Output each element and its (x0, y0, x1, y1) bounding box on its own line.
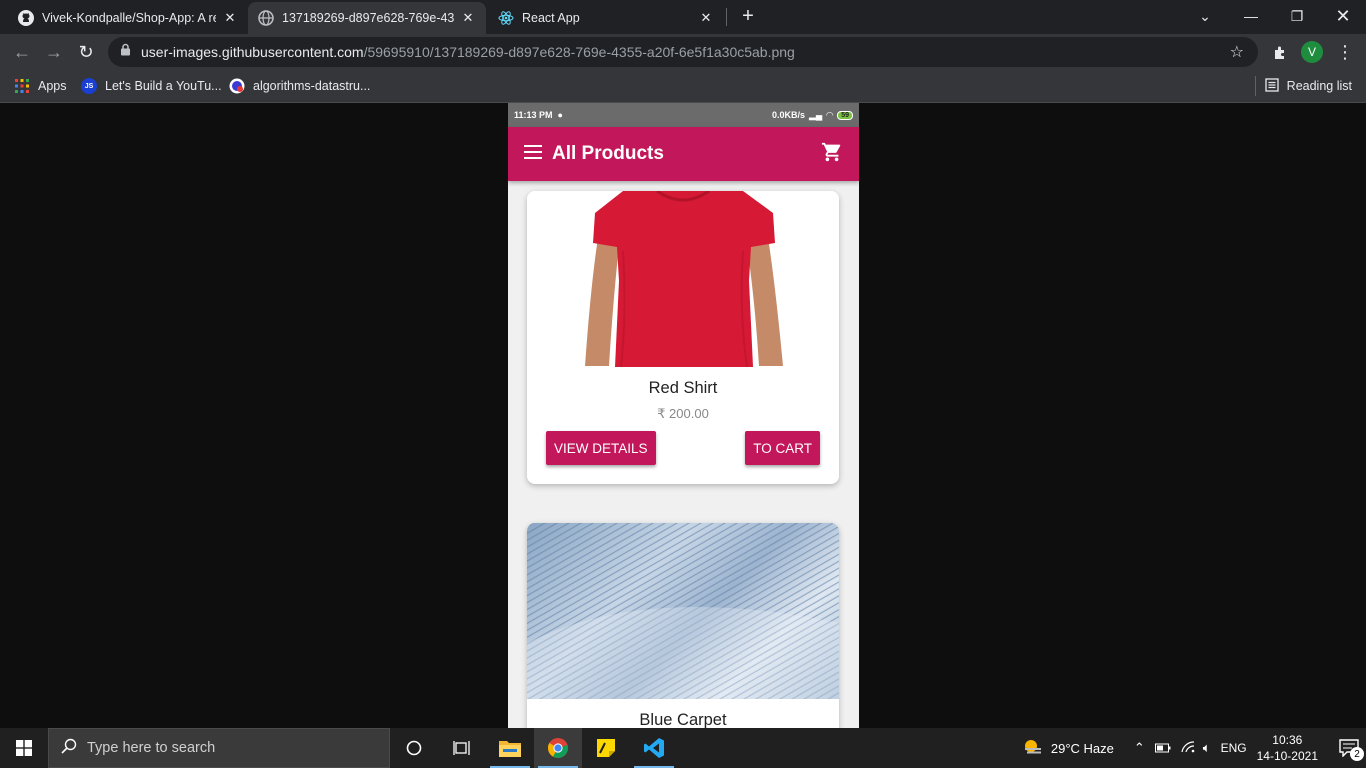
clock[interactable]: 10:36 14-10-2021 (1257, 732, 1318, 764)
system-tray: 29°C Haze ⌃ 🔈︎ ENG 10:36 14-10-2021 2 (1023, 728, 1366, 768)
globe-icon (258, 10, 274, 26)
react-icon (498, 10, 514, 26)
taskbar-search-input[interactable]: Type here to search (48, 728, 390, 768)
product-image (527, 191, 839, 367)
chrome-icon[interactable] (534, 728, 582, 768)
tab-image[interactable]: 137189269-d897e628-769e-4355 ✕ (248, 2, 486, 34)
tab-github[interactable]: Vivek-Kondpalle/Shop-App: A re ✕ (8, 2, 248, 34)
bookmark-apps[interactable]: Apps (14, 76, 67, 96)
browser-window: Vivek-Kondpalle/Shop-App: A re ✕ 1371892… (0, 0, 1366, 103)
notifications-icon[interactable]: 2 (1332, 739, 1366, 761)
bookmark-separator (1255, 76, 1256, 96)
bookmark-algorithms[interactable]: algorithms-datastru... (229, 76, 370, 96)
sticky-notes-icon[interactable] (582, 728, 630, 768)
language-indicator[interactable]: ENG (1221, 741, 1247, 755)
tab-title: React App (522, 11, 580, 25)
reading-list-button[interactable]: Reading list (1265, 76, 1352, 96)
bookmark-youtube[interactable]: JS Let's Build a YouTu... (81, 76, 222, 96)
bookmarks-bar: Apps JS Let's Build a YouTu... algorithm… (0, 70, 1366, 103)
url-text: user-images.githubusercontent.com/596959… (141, 44, 795, 60)
product-card: Blue Carpet (527, 523, 839, 728)
battery-icon: 59 (837, 110, 853, 120)
signal-icon: ▂▄ (808, 109, 823, 120)
phone-status-bar: 11:13 PM ● 0.0KB/s ▂▄ ◠ 59 (508, 103, 859, 127)
reload-button[interactable]: ↻ (74, 40, 98, 64)
bookmark-favicon-icon (229, 78, 245, 94)
file-explorer-icon[interactable] (486, 728, 534, 768)
app-bar: All Products (508, 127, 859, 181)
search-icon (61, 738, 77, 758)
battery-icon[interactable] (1154, 741, 1171, 756)
menu-icon[interactable]: ⋮ (1333, 40, 1357, 64)
status-time: 11:13 PM ● (514, 110, 563, 120)
tab-title: Vivek-Kondpalle/Shop-App: A re (42, 11, 216, 25)
toolbar: ← → ↻ user-images.githubusercontent.com/… (0, 34, 1366, 70)
taskbar: Type here to search 29°C Haze ⌃ 🔈︎ ENG 1… (0, 728, 1366, 768)
network-icon[interactable] (1181, 740, 1195, 756)
tab-react[interactable]: React App ✕ (488, 2, 724, 34)
view-details-button[interactable]: VIEW DETAILS (546, 431, 656, 465)
tab-separator (726, 8, 727, 26)
product-price: ₹ 200.00 (657, 406, 709, 421)
close-icon[interactable]: ✕ (222, 10, 238, 26)
window-close-button[interactable]: ✕ (1320, 0, 1366, 32)
hamburger-menu-icon[interactable] (524, 144, 542, 164)
product-name: Blue Carpet (639, 711, 727, 728)
page-title: All Products (552, 143, 664, 164)
tab-title: 137189269-d897e628-769e-4355 (282, 11, 454, 25)
star-icon[interactable]: ☆ (1230, 42, 1244, 62)
volume-icon[interactable]: 🔈︎ (1203, 740, 1211, 756)
close-icon[interactable]: ✕ (698, 10, 714, 26)
tab-strip: Vivek-Kondpalle/Shop-App: A re ✕ 1371892… (0, 0, 1366, 34)
status-indicators: 0.0KB/s ▂▄ ◠ 59 (772, 110, 853, 121)
cortana-icon[interactable] (390, 728, 438, 768)
tab-search-icon[interactable]: ⌄ (1182, 0, 1228, 32)
wifi-icon: ◠ (826, 109, 834, 120)
lock-icon (120, 43, 131, 61)
task-view-icon[interactable] (438, 728, 486, 768)
cart-icon[interactable] (821, 141, 843, 168)
back-button[interactable]: ← (10, 40, 34, 64)
close-icon[interactable]: ✕ (460, 10, 476, 26)
github-icon (18, 10, 34, 26)
address-bar[interactable]: user-images.githubusercontent.com/596959… (108, 37, 1258, 67)
product-name: Red Shirt (648, 379, 718, 397)
product-image (527, 523, 839, 699)
vscode-icon[interactable] (630, 728, 678, 768)
new-tab-button[interactable]: + (737, 6, 759, 28)
avatar[interactable]: V (1301, 41, 1323, 63)
apps-grid-icon (14, 78, 30, 94)
notification-count: 2 (1350, 747, 1364, 761)
product-actions: VIEW DETAILS TO CART (527, 431, 839, 465)
minimize-button[interactable]: — (1228, 0, 1274, 32)
weather-text[interactable]: 29°C Haze (1051, 741, 1114, 756)
chevron-up-icon[interactable]: ⌃ (1134, 740, 1145, 756)
restore-button[interactable]: ❐ (1274, 0, 1320, 32)
extensions-icon[interactable] (1268, 40, 1292, 64)
add-to-cart-button[interactable]: TO CART (745, 431, 820, 465)
phone-screenshot: 11:13 PM ● 0.0KB/s ▂▄ ◠ 59 All Products (508, 103, 859, 728)
product-card: Red Shirt ₹ 200.00 VIEW DETAILS TO CART (527, 191, 839, 484)
windows-start-icon[interactable] (0, 728, 48, 768)
weather-icon (1023, 739, 1043, 758)
forward-button[interactable]: → (42, 40, 66, 64)
js-badge-icon: JS (81, 78, 97, 94)
image-viewport: 11:13 PM ● 0.0KB/s ▂▄ ◠ 59 All Products (0, 103, 1366, 728)
reading-list-icon (1265, 77, 1279, 95)
